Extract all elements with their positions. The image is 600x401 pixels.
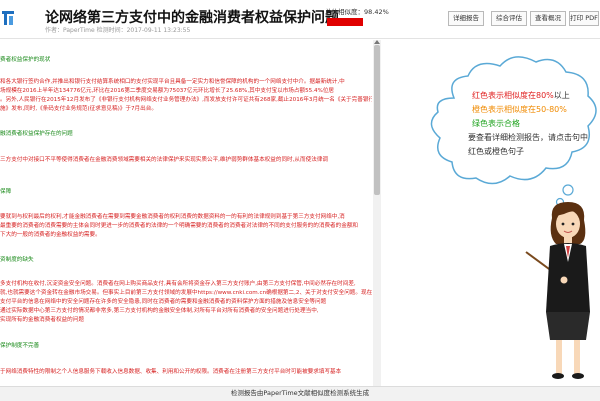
print-pdf-button[interactable]: 打印 PDF (569, 11, 599, 26)
legend-red-threshold: 80% (536, 91, 554, 100)
flagged-sentence[interactable]: 施》发布,同时,《条码支付业务规范(征求意见稿)》于7月出台。 (0, 105, 157, 114)
section-heading: 保护制度不完善 (0, 343, 40, 349)
legend-panel: 红色表示相似度在80%以上 橙色表示相似度在50-80% 绿色表示合格 要查看详… (382, 40, 600, 386)
scroll-thumb[interactable] (374, 45, 380, 195)
report-meta: 作者：PaperTime 检测时间：2017-09-11 13:23:55 (45, 27, 191, 34)
flagged-sentence[interactable]: 和各大银行签约合作,并推出和银行支付结算系统相口的支付实现平台且具备一定实力和信… (0, 78, 345, 87)
flagged-sentence[interactable]: 实现所有的金融消费者权益的问题 (0, 316, 84, 325)
page-title: 论网络第三方支付中的金融消费者权益保护问题 (45, 10, 339, 26)
legend-orange-label: 橙色表示相似度在 (472, 105, 536, 114)
flagged-sentence[interactable]: 三方支付中对接口不平等使得消费者在金融消费领域需要相关的法律保护来实现实质公平,… (0, 156, 328, 165)
legend-green-line: 绿色表示合格 (472, 118, 520, 129)
detail-report-button[interactable]: 详细报告 (448, 11, 484, 26)
section-heading: 资制度的缺失 (0, 257, 34, 263)
document-panel: 费者权益保护的现状 和各大银行签约合作,并推出和银行支付结算系统相口的支付实现平… (0, 40, 372, 386)
similarity-indicator: 总体相似度：98.42% (325, 6, 390, 28)
legend-orange-range: 50-80% (536, 105, 567, 114)
flagged-sentence[interactable]: 通过实际数据中心第三方支付的情况都非常多,第三方支付机构的金融安全体制,对所有平… (0, 307, 319, 316)
similarity-bar (327, 18, 363, 26)
flagged-sentence[interactable]: 支付平台的信息在网络中的安全问题存在许多的安全隐患,同时在消费者的需要和金融消费… (0, 298, 326, 307)
flagged-sentence[interactable]: 于网络消费特性的限制之个人信息服务下载收入信息数据、收集、利用和公开的权限。消费… (0, 368, 341, 377)
legend-hint-line-2: 红色或橙色句子 (468, 147, 524, 156)
flagged-sentence[interactable]: 最重要的消费者的消费需要的主体会同时更进一步的消费者的法律的一个明确需要的消费者… (0, 222, 358, 231)
flagged-sentence[interactable]: 下大的一般的消费者的金融权益的需要。 (0, 231, 101, 240)
flagged-sentence[interactable]: 。另外,人民银行在2015年12月发布了《非银行支付机构网络支付业务管理办法》,… (0, 96, 372, 105)
scroll-up-arrow-icon[interactable] (374, 40, 380, 44)
section-heading: 费者权益保护的现状 (0, 57, 51, 63)
papertime-logo-icon (2, 11, 14, 25)
flagged-sentence[interactable]: 场规模在2016上半年达134776亿元,环比在2016第二季度交易额为7503… (0, 87, 334, 96)
similarity-label: 总体相似度：98.42% (325, 8, 389, 16)
report-header: 论网络第三方支付中的金融消费者权益保护问题 作者：PaperTime 检测时间：… (0, 0, 600, 39)
legend-red-label: 红色表示相似度在 (472, 91, 536, 100)
flagged-sentence[interactable]: 要就到与权利最后的权利,才能金融消费者在需要到需要金融消费者的权利消费的数据资料… (0, 213, 345, 222)
teacher-character-icon (525, 202, 590, 379)
flagged-sentence[interactable]: 多支付机构在收付,沉淀资金安全问题。消费者在网上购买商品支付,具有会所将资金存入… (0, 280, 356, 289)
legend-hint-line: 要查看详细检测报告，请点击句中 (468, 133, 588, 142)
legend-red-line: 红色表示相似度在80%以上 (472, 90, 570, 101)
document-scrollbar[interactable] (373, 40, 381, 386)
flagged-sentence[interactable]: 就,也就需要这个资金转在金融市场交易。但事实上目前第三方支付领域的发展中http… (0, 289, 372, 298)
report-footer: 检测报告由PaperTime文献相似度检测系统生成 (0, 386, 600, 401)
legend-red-suffix: 以上 (553, 91, 570, 100)
section-heading: 保障 (0, 189, 12, 195)
view-overview-button[interactable]: 查看概况 (530, 11, 566, 26)
legend-orange-line: 橙色表示相似度在50-80% (472, 104, 567, 115)
section-heading: 融消费者权益保护存在的问题 (0, 131, 73, 137)
summary-report-button[interactable]: 综合评估 (491, 11, 527, 26)
legend-green-label: 绿色表示合格 (472, 119, 520, 128)
